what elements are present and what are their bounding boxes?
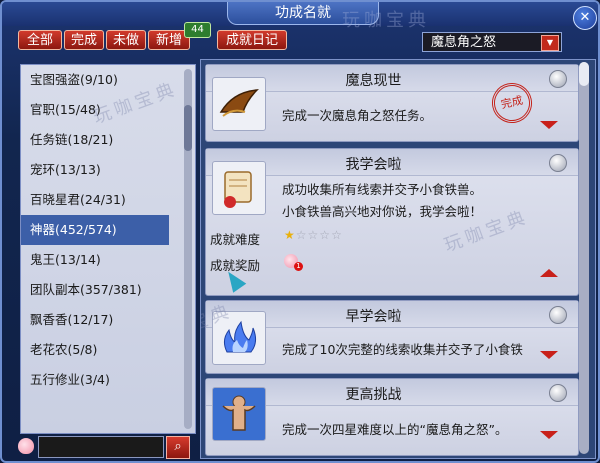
star-icon: ☆: [307, 228, 320, 242]
expand-arrow-icon[interactable]: [540, 431, 558, 439]
search-icon[interactable]: ⌕: [166, 436, 190, 459]
star-icon: ★: [284, 228, 296, 242]
bell-icon[interactable]: [549, 384, 567, 402]
star-icon: ☆: [331, 228, 343, 242]
sidebar-item[interactable]: 老花农(5/8): [21, 335, 169, 365]
expand-arrow-icon[interactable]: [540, 351, 558, 359]
sidebar-item[interactable]: 宝图强盗(9/10): [21, 65, 169, 95]
sidebar-item[interactable]: 鬼王(13/14): [21, 245, 169, 275]
reward-count: 1: [294, 262, 303, 271]
sidebar-item[interactable]: 官职(15/48): [21, 95, 169, 125]
achievement-window: 功成名就 ✕ 全部 完成 未做 新增 44 成就日记 魔息角之怒 ▼ 宝图强盗(…: [0, 0, 600, 463]
filter-undone-button[interactable]: 未做: [106, 30, 146, 50]
horn-icon: [212, 77, 266, 131]
search-input[interactable]: [38, 436, 164, 458]
achievement-card: 早学会啦 完成了10次完整的线索收集并交予了小食铁 玩咖宝典: [201, 300, 579, 374]
achievement-desc: 完成一次四星难度以上的“魔息角之怒”。: [282, 422, 508, 437]
sidebar-item[interactable]: 飘香香(12/17): [21, 305, 169, 335]
dropdown-arrow-icon[interactable]: ▼: [541, 35, 559, 51]
sidebar-item[interactable]: 五行修业(3/4): [21, 365, 169, 395]
window-title: 功成名就: [227, 2, 379, 25]
bell-icon[interactable]: [549, 70, 567, 88]
star-icon: ☆: [295, 228, 308, 242]
collapse-arrow-icon[interactable]: [540, 269, 558, 277]
achievement-desc: 完成了10次完整的线索收集并交予了小食铁: [282, 342, 523, 357]
sidebar-item-selected[interactable]: 神器(452/574): [21, 215, 169, 245]
sidebar-item[interactable]: 宠环(13/13): [21, 155, 169, 185]
close-icon[interactable]: ✕: [573, 6, 597, 30]
peach-icon: [18, 438, 34, 454]
achievement-list: 魔息现世 完成一次魔息角之怒任务。 完成 我学会啦 成功收集所有线索并交予小食铁…: [200, 59, 596, 459]
blue-flame-icon: [212, 311, 266, 365]
bell-icon[interactable]: [549, 154, 567, 172]
star-icon: ☆: [319, 228, 332, 242]
dropdown-value: 魔息角之怒: [431, 35, 497, 50]
category-dropdown[interactable]: 魔息角之怒 ▼: [422, 32, 562, 52]
achievement-desc: 成功收集所有线索并交予小食铁兽。: [282, 182, 483, 197]
achievement-card-expanded: 我学会啦 成功收集所有线索并交予小食铁兽。 小食铁兽高兴地对你说，我学会啦！ 成…: [205, 148, 579, 296]
scroll-icon: [212, 161, 266, 215]
achievement-card: 更高挑战 完成一次四星难度以上的“魔息角之怒”。: [205, 378, 579, 456]
sidebar-item[interactable]: 百晓星君(24/31): [21, 185, 169, 215]
category-sidebar: 宝图强盗(9/10) 官职(15/48) 任务链(18/21) 宠环(13/13…: [20, 64, 196, 434]
filter-complete-button[interactable]: 完成: [64, 30, 104, 50]
bell-icon[interactable]: [549, 306, 567, 324]
sidebar-item[interactable]: 任务链(18/21): [21, 125, 169, 155]
new-count-badge: 44: [184, 22, 211, 38]
sidebar-scroll-thumb[interactable]: [184, 105, 192, 151]
expand-arrow-icon[interactable]: [540, 121, 558, 129]
strongman-icon: [212, 387, 266, 441]
filter-all-button[interactable]: 全部: [18, 30, 62, 50]
sidebar-scrollbar[interactable]: [184, 69, 192, 429]
list-scrollbar[interactable]: [579, 62, 589, 454]
sidebar-item[interactable]: 团队副本(357/381): [21, 275, 169, 305]
achievement-desc: 小食铁兽高兴地对你说，我学会啦！: [282, 204, 483, 219]
achievement-card: 魔息现世 完成一次魔息角之怒任务。 完成: [205, 64, 579, 142]
list-scroll-thumb[interactable]: [579, 62, 589, 86]
achievement-diary-button[interactable]: 成就日记: [217, 30, 287, 50]
search-bar: ⌕: [16, 436, 192, 459]
difficulty-stars: ★☆☆☆☆: [284, 228, 343, 242]
achievement-desc: 完成一次魔息角之怒任务。: [282, 108, 433, 123]
difficulty-label: 成就难度: [210, 232, 261, 247]
